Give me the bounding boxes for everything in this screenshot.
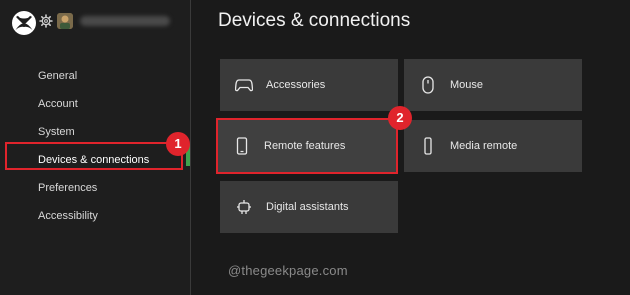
watermark: @thegeekpage.com bbox=[228, 263, 348, 278]
tile-mouse[interactable]: Mouse bbox=[404, 59, 582, 111]
callout-badge-2: 2 bbox=[388, 106, 412, 130]
remote-icon bbox=[418, 136, 438, 156]
tile-media-remote[interactable]: Media remote bbox=[404, 120, 582, 172]
phone-icon bbox=[232, 136, 252, 156]
xbox-logo-icon[interactable] bbox=[11, 10, 37, 36]
sidebar-item-accessibility[interactable]: Accessibility bbox=[0, 202, 190, 230]
controller-icon bbox=[234, 75, 254, 95]
gamertag-blurred bbox=[80, 16, 170, 26]
sidebar-item-preferences[interactable]: Preferences bbox=[0, 174, 190, 202]
tile-label: Media remote bbox=[450, 140, 518, 152]
gear-icon[interactable] bbox=[39, 14, 53, 28]
tile-label: Accessories bbox=[266, 79, 326, 91]
mouse-icon bbox=[418, 75, 438, 95]
assistant-icon bbox=[234, 197, 254, 217]
sidebar-item-account[interactable]: Account bbox=[0, 90, 190, 118]
tile-accessories[interactable]: Accessories bbox=[220, 59, 398, 111]
tile-label: Remote features bbox=[264, 140, 346, 152]
sidebar-divider bbox=[190, 0, 191, 295]
page-title: Devices & connections bbox=[218, 10, 411, 31]
tile-digital-assistants[interactable]: Digital assistants bbox=[220, 181, 398, 233]
callout-badge-1: 1 bbox=[166, 132, 190, 156]
tile-remote-features[interactable]: Remote features bbox=[216, 118, 398, 174]
avatar[interactable] bbox=[57, 13, 73, 29]
tile-label: Digital assistants bbox=[266, 201, 349, 213]
tile-label: Mouse bbox=[450, 79, 484, 91]
selected-item-highlight bbox=[5, 142, 183, 170]
settings-screen: General Account System Devices & connect… bbox=[0, 0, 630, 295]
sidebar-item-general[interactable]: General bbox=[0, 62, 190, 90]
